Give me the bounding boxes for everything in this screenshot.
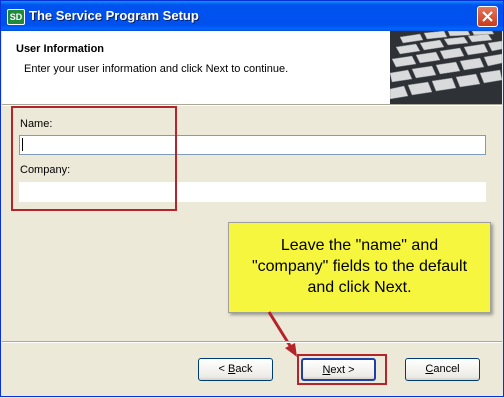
header-panel: User Information Enter your user informa…	[2, 31, 502, 104]
back-button-arrow: <	[218, 363, 228, 375]
title-bar[interactable]: SD The Service Program Setup	[1, 1, 503, 31]
close-button[interactable]	[477, 6, 498, 27]
setup-window: SD The Service Program Setup User Inform…	[0, 0, 504, 397]
back-button-label: ack	[235, 363, 253, 375]
next-button-label: ext >	[330, 364, 355, 376]
window-title: The Service Program Setup	[29, 8, 199, 23]
app-icon: SD	[7, 9, 25, 25]
cancel-button[interactable]: Cancel	[405, 358, 480, 381]
keyboard-banner-image	[390, 31, 502, 104]
next-button[interactable]: Next >	[301, 358, 376, 381]
back-button[interactable]: < Back	[198, 358, 273, 381]
close-icon	[482, 11, 493, 22]
cancel-button-label: ancel	[433, 363, 460, 375]
footer-divider	[2, 341, 502, 343]
callout-text: Leave the "name" and "company" fields to…	[251, 237, 468, 296]
instruction-callout: Leave the "name" and "company" fields to…	[228, 222, 491, 313]
page-title: User Information	[16, 43, 105, 55]
page-subtitle: Enter your user information and click Ne…	[24, 63, 289, 75]
fields-highlight-box	[11, 106, 177, 211]
